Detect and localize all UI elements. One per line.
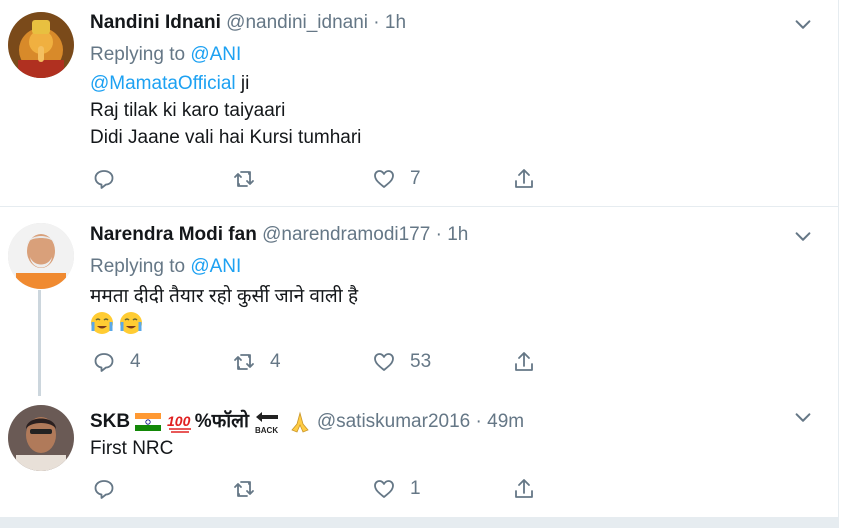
svg-text:100: 100 (167, 413, 191, 429)
tweet-actions: 7 (90, 165, 550, 195)
emoji-line (90, 310, 143, 336)
like-icon (374, 480, 394, 498)
share-icon (515, 479, 533, 498)
tweet-header: SKB 100 %फॉलो BACK @satiskumar2016 · 49m (90, 407, 524, 435)
separator-dot: · (435, 224, 442, 245)
like-count: 7 (410, 168, 421, 189)
svg-text:BACK: BACK (255, 426, 278, 435)
share-button[interactable] (512, 475, 536, 503)
reply-button[interactable] (92, 165, 130, 193)
like-button[interactable]: 7 (372, 165, 421, 193)
tweet-text-line: ममता दीदी तैयार रहो कुर्सी जाने वाली है (90, 286, 359, 307)
retweet-icon (234, 354, 254, 370)
share-button[interactable] (512, 165, 536, 193)
reply-button[interactable] (92, 475, 130, 503)
share-icon (515, 169, 533, 188)
tweet-actions: 1 (90, 475, 550, 505)
chevron-down-icon[interactable] (792, 407, 814, 429)
mention-suffix: ji (235, 73, 250, 94)
back-arrow-icon: BACK (255, 411, 279, 435)
timestamp[interactable]: 49m (487, 411, 524, 432)
avatar[interactable] (8, 223, 74, 289)
replying-to-link[interactable]: @ANI (190, 256, 241, 277)
like-button[interactable]: 1 (372, 475, 421, 503)
tweet[interactable]: Narendra Modi fan @narendramodi177 · 1h … (0, 207, 838, 390)
share-button[interactable] (512, 348, 536, 376)
retweet-button[interactable] (232, 475, 270, 503)
retweet-icon (234, 171, 254, 187)
chevron-down-icon[interactable] (792, 226, 814, 248)
user-handle[interactable]: @satiskumar2016 (317, 411, 470, 432)
replying-to: Replying to @ANI (90, 42, 241, 68)
replying-label: Replying to (90, 44, 186, 65)
tweet-header: Narendra Modi fan @narendramodi177 · 1h (90, 224, 468, 246)
reply-icon (94, 353, 114, 372)
crying-emoji-icon (91, 311, 113, 334)
timestamp[interactable]: 1h (385, 12, 406, 33)
tweet-text-line: First NRC (90, 438, 174, 459)
retweet-button[interactable]: 4 (232, 348, 281, 376)
tweet-text-line: @MamataOfficial ji (90, 71, 249, 97)
like-icon (374, 353, 394, 371)
share-icon (515, 352, 533, 371)
retweet-icon (234, 481, 254, 497)
hundred-icon: 100 (167, 413, 191, 433)
folded-hands-icon (290, 411, 309, 433)
like-button[interactable]: 53 (372, 348, 431, 376)
replying-to: Replying to @ANI (90, 254, 241, 280)
like-count: 1 (410, 478, 421, 499)
retweet-count: 4 (270, 351, 281, 372)
display-name[interactable]: SKB (90, 411, 130, 432)
reply-button[interactable]: 4 (92, 348, 141, 376)
like-count: 53 (410, 351, 432, 372)
tweet-header: Nandini Idnani @nandini_idnani · 1h (90, 12, 406, 34)
tweet-actions: 4 4 53 (90, 348, 550, 378)
retweet-button[interactable] (232, 165, 270, 193)
crying-emoji-icon (120, 311, 143, 334)
timestamp[interactable]: 1h (447, 224, 468, 245)
separator-dot: · (475, 411, 482, 432)
like-icon (374, 170, 394, 188)
display-name-suffix[interactable]: %फॉलो (195, 411, 249, 432)
tweet[interactable]: Nandini Idnani @nandini_idnani · 1h Repl… (0, 0, 838, 206)
replying-to-link[interactable]: @ANI (190, 44, 241, 65)
reply-icon (94, 170, 114, 189)
replying-label: Replying to (90, 256, 186, 277)
tweet-text-line: Didi Jaane vali hai Kursi tumhari (90, 127, 362, 148)
tweet-text-line: Raj tilak ki karo taiyaari (90, 100, 286, 121)
separator-dot: · (373, 12, 380, 33)
avatar[interactable] (8, 405, 74, 471)
reply-icon (94, 480, 114, 499)
display-name[interactable]: Narendra Modi fan (90, 224, 257, 245)
chevron-down-icon[interactable] (792, 14, 814, 36)
user-handle[interactable]: @narendramodi177 (262, 224, 430, 245)
thread-connector (38, 290, 41, 396)
display-name[interactable]: Nandini Idnani (90, 12, 221, 33)
tweet[interactable]: SKB 100 %फॉलो BACK @satiskumar2016 · 49m … (0, 390, 838, 517)
reply-count: 4 (130, 351, 141, 372)
mention-link[interactable]: @MamataOfficial (90, 73, 236, 94)
user-handle[interactable]: @nandini_idnani (226, 12, 368, 33)
india-flag-icon (135, 412, 162, 431)
feed-bottom-divider (0, 517, 838, 528)
avatar[interactable] (8, 12, 74, 78)
tweet-thread: Nandini Idnani @nandini_idnani · 1h Repl… (0, 0, 839, 528)
